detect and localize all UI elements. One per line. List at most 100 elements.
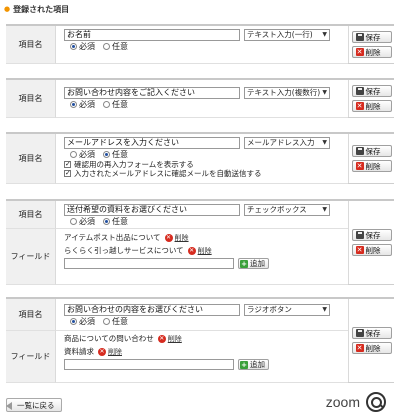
zoom-label: zoom xyxy=(325,394,360,410)
delete-icon: ✕ xyxy=(355,48,364,56)
delete-label: 削除 xyxy=(365,245,381,255)
chevron-down-icon: ▼ xyxy=(322,206,327,213)
field-delete-text: 削除 xyxy=(108,347,122,356)
optional-label: 任意 xyxy=(112,42,128,51)
field-delete-text: 削除 xyxy=(174,233,189,242)
required-radio[interactable] xyxy=(70,218,77,225)
optional-radio[interactable] xyxy=(103,318,110,325)
item-block-name: 項目名 お名前 テキスト入力(一行) ▼ 必須 任意 保存 ✕ 削除 xyxy=(6,24,394,64)
section-title: ● 登録された項目 xyxy=(4,4,69,14)
item-name-label: 項目名 xyxy=(6,80,56,118)
required-radio[interactable] xyxy=(70,318,77,325)
optional-radio[interactable] xyxy=(103,218,110,225)
required-radio[interactable] xyxy=(70,43,77,50)
auto-confirm-mail-label: 入力されたメールアドレスに確認メールを自動送信する xyxy=(74,169,262,178)
save-icon xyxy=(355,33,364,41)
field-item-label: 資料請求 xyxy=(64,347,94,356)
field-item-label: 商品についての問い合わせ xyxy=(64,334,154,343)
item-type-select[interactable]: チェックボックス ▼ xyxy=(244,204,330,216)
add-label: 追加 xyxy=(250,259,265,268)
delete-icon: ✕ xyxy=(355,102,364,110)
optional-radio[interactable] xyxy=(103,151,110,158)
save-button[interactable]: 保存 xyxy=(351,229,392,241)
optional-label: 任意 xyxy=(112,317,128,326)
save-icon xyxy=(355,147,364,155)
save-button[interactable]: 保存 xyxy=(351,145,392,157)
item-name-label: 項目名 xyxy=(6,299,56,331)
add-field-button[interactable]: + 追加 xyxy=(238,359,269,370)
item-name-input[interactable]: メールアドレスを入力ください xyxy=(64,137,240,149)
add-label: 追加 xyxy=(250,360,265,369)
item-type-select[interactable]: テキスト入力(一行) ▼ xyxy=(244,29,330,41)
field-delete-text: 削除 xyxy=(167,334,182,343)
field-item-label: らくらく引っ越しサービスについて xyxy=(64,246,184,255)
new-field-input[interactable] xyxy=(64,359,234,370)
save-button[interactable]: 保存 xyxy=(351,85,392,97)
required-radio[interactable] xyxy=(70,101,77,108)
save-label: 保存 xyxy=(365,328,381,338)
new-field-input[interactable] xyxy=(64,258,234,269)
save-icon xyxy=(355,231,364,239)
back-to-list-button[interactable]: 一覧に戻る xyxy=(6,398,62,412)
item-type-select[interactable]: ラジオボタン ▼ xyxy=(244,304,330,316)
plus-icon: + xyxy=(240,360,248,369)
delete-label: 削除 xyxy=(365,47,381,57)
add-field-button[interactable]: + 追加 xyxy=(238,258,269,269)
item-type-value: メールアドレス入力 xyxy=(247,138,315,147)
save-button[interactable]: 保存 xyxy=(351,31,392,43)
delete-button[interactable]: ✕ 削除 xyxy=(351,46,392,58)
zoom-control[interactable]: zoom xyxy=(326,392,386,412)
confirm-reentry-checkbox[interactable] xyxy=(64,160,71,168)
required-label: 必須 xyxy=(79,100,95,109)
item-block-contact-type: 項目名 お問い合わせの内容をお選びください ラジオボタン ▼ 必須 任意 フィール… xyxy=(6,297,394,383)
optional-radio[interactable] xyxy=(103,43,110,50)
item-type-value: チェックボックス xyxy=(247,205,307,214)
delete-button[interactable]: ✕ 削除 xyxy=(351,244,392,256)
field-delete-link[interactable]: ✕ 削除 xyxy=(187,246,212,256)
delete-button[interactable]: ✕ 削除 xyxy=(351,160,392,172)
save-label: 保存 xyxy=(365,86,381,96)
item-type-value: テキスト入力(複数行) xyxy=(247,88,321,97)
delete-icon: ✕ xyxy=(355,246,364,254)
optional-radio[interactable] xyxy=(103,101,110,108)
delete-icon: ✕ xyxy=(355,344,364,352)
item-block-inquiry: 項目名 お問い合わせ内容をご記入ください テキスト入力(複数行) ▼ 必須 任意 … xyxy=(6,78,394,118)
item-name-input[interactable]: 送付希望の資料をお選びください xyxy=(64,204,240,216)
delete-icon: ✕ xyxy=(157,334,166,343)
field-delete-link[interactable]: ✕ 削除 xyxy=(98,347,122,357)
bullet-icon: ● xyxy=(4,5,11,13)
item-name-label: 項目名 xyxy=(6,201,56,229)
delete-button[interactable]: ✕ 削除 xyxy=(351,100,392,112)
save-button[interactable]: 保存 xyxy=(351,327,392,339)
field-delete-link[interactable]: ✕ 削除 xyxy=(164,233,189,243)
chevron-down-icon: ▼ xyxy=(322,89,327,96)
item-type-select[interactable]: メールアドレス入力 ▼ xyxy=(244,137,330,149)
delete-label: 削除 xyxy=(365,161,381,171)
field-label: フィールド xyxy=(6,229,56,285)
optional-label: 任意 xyxy=(112,100,128,109)
item-name-input[interactable]: お問い合わせの内容をお選びください xyxy=(64,304,240,316)
item-name-input[interactable]: お問い合わせ内容をご記入ください xyxy=(64,87,240,99)
save-label: 保存 xyxy=(365,230,381,240)
auto-confirm-mail-checkbox[interactable] xyxy=(64,169,71,177)
item-name-input[interactable]: お名前 xyxy=(64,29,240,41)
plus-icon: + xyxy=(240,259,248,268)
item-type-select[interactable]: テキスト入力(複数行) ▼ xyxy=(244,87,330,99)
section-title-text: 登録された項目 xyxy=(13,4,70,14)
delete-icon: ✕ xyxy=(355,162,364,170)
save-label: 保存 xyxy=(365,146,381,156)
delete-icon: ✕ xyxy=(164,233,173,242)
delete-label: 削除 xyxy=(365,101,381,111)
required-radio[interactable] xyxy=(70,151,77,158)
field-delete-text: 削除 xyxy=(197,246,212,255)
chevron-down-icon: ▼ xyxy=(322,306,327,313)
save-icon xyxy=(355,87,364,95)
field-item-label: アイテムポスト出品について xyxy=(64,233,161,242)
delete-button[interactable]: ✕ 削除 xyxy=(351,342,392,354)
chevron-down-icon: ▼ xyxy=(322,139,327,146)
required-label: 必須 xyxy=(79,42,95,51)
optional-label: 任意 xyxy=(112,217,128,226)
field-delete-link[interactable]: ✕ 削除 xyxy=(157,334,182,344)
magnifier-icon[interactable] xyxy=(366,392,386,412)
save-icon xyxy=(355,329,364,337)
